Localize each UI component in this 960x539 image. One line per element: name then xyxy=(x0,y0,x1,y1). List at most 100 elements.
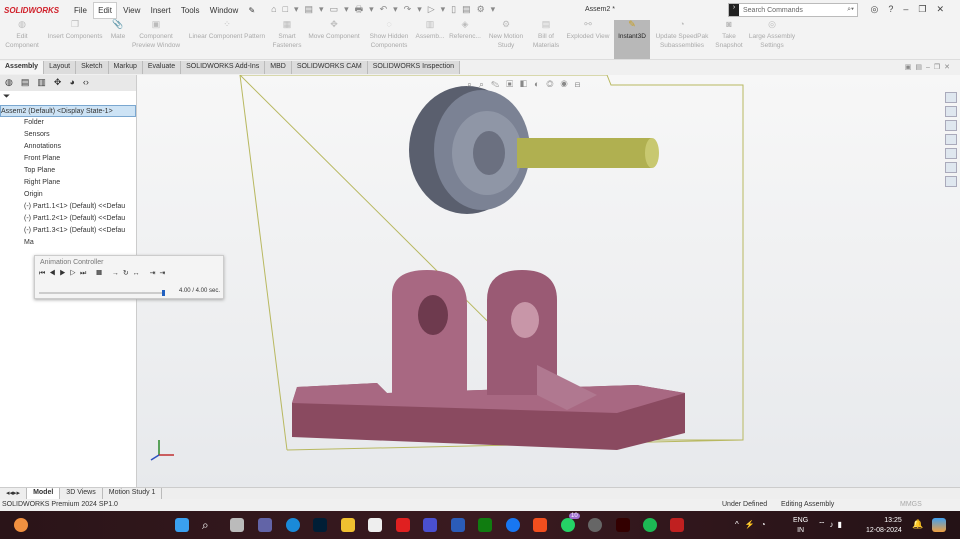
search-input[interactable]: Search Commands xyxy=(743,7,803,14)
tab-markup[interactable]: Markup xyxy=(108,61,143,74)
tree-part1-1[interactable]: (-) Part1.1<1> (Default) <<Defau xyxy=(0,201,136,213)
search-icon[interactable]: ⌕▾ xyxy=(847,6,857,14)
menu-file[interactable]: File xyxy=(70,6,91,15)
language-indicator[interactable]: ENG IN xyxy=(793,516,808,536)
menu-view[interactable]: View xyxy=(119,6,144,15)
cmd-instant3d[interactable]: ✎ Instant3D xyxy=(614,20,650,59)
assembly-model xyxy=(150,74,744,461)
photoshop-icon[interactable] xyxy=(313,518,327,532)
task-pane-tabs[interactable] xyxy=(945,92,957,187)
cmd-reference[interactable]: ◈ Referenc... xyxy=(448,20,482,41)
app-icon[interactable] xyxy=(423,518,437,532)
tab-inspection[interactable]: SOLIDWORKS Inspection xyxy=(367,61,461,74)
weather-icon[interactable] xyxy=(14,518,28,532)
tab-sketch[interactable]: Sketch xyxy=(76,61,109,74)
tree-mates[interactable]: Ma xyxy=(0,237,136,249)
tree-folder[interactable]: Folder xyxy=(0,117,136,129)
app-icon-2[interactable] xyxy=(588,518,602,532)
filter-icon[interactable]: ⏷ xyxy=(0,91,136,105)
system-tray[interactable]: ^⚡◔ xyxy=(735,520,772,529)
file-explorer-icon[interactable] xyxy=(945,134,957,145)
quick-access-toolbar[interactable]: ⌂□▾▤▾▭▾🖶▾↶▾↷▾▷▾▯▤⚙▾ xyxy=(271,2,501,18)
task-view-icon[interactable] xyxy=(230,518,244,532)
tab-3d-views[interactable]: 3D Views xyxy=(60,488,103,499)
menu-window[interactable]: Window xyxy=(206,6,242,15)
solidworks-taskbar-icon[interactable] xyxy=(670,518,684,532)
tab-addins[interactable]: SOLIDWORKS Add-Ins xyxy=(181,61,266,74)
tree-root-assembly[interactable]: Assem2 (Default) <Display State-1> xyxy=(0,105,136,117)
menu-insert[interactable]: Insert xyxy=(147,6,175,15)
tab-evaluate[interactable]: Evaluate xyxy=(142,61,182,74)
cmd-take-snapshot[interactable]: ◙ Take Snapshot xyxy=(714,20,744,50)
spotify-icon[interactable] xyxy=(643,518,657,532)
copilot-icon[interactable] xyxy=(932,518,946,532)
cmd-large-assembly-settings[interactable]: ◎ Large Assembly Settings xyxy=(746,20,798,50)
view-palette-icon[interactable] xyxy=(945,148,957,159)
tab-assembly[interactable]: Assembly xyxy=(0,61,45,74)
tab-cam[interactable]: SOLIDWORKS CAM xyxy=(291,61,368,74)
tab-model[interactable]: Model xyxy=(27,488,61,499)
search-icon[interactable]: ⌕ xyxy=(202,518,216,532)
tab-motion-study[interactable]: Motion Study 1 xyxy=(103,488,163,499)
tree-part1-2[interactable]: (-) Part1.2<1> (Default) <<Defau xyxy=(0,213,136,225)
cmd-bill-of-materials[interactable]: ▤ Bill of Materials xyxy=(530,20,562,50)
tree-origin[interactable]: Origin xyxy=(0,189,136,201)
tree-annotations[interactable]: Annotations xyxy=(0,141,136,153)
start-icon[interactable] xyxy=(175,518,189,532)
cmd-mate[interactable]: 📎 Mate xyxy=(107,20,129,41)
product-version: SOLIDWORKS Premium 2024 SP1.0 xyxy=(2,501,118,508)
appearances-icon[interactable] xyxy=(945,162,957,173)
cmd-show-hidden[interactable]: ◌ Show Hidden Components xyxy=(367,20,411,50)
illustrator-icon[interactable] xyxy=(616,518,630,532)
cmd-new-motion-study[interactable]: ⚙ New Motion Study xyxy=(485,20,527,50)
tree-right-plane[interactable]: Right Plane xyxy=(0,177,136,189)
network-volume-battery-icons[interactable]: ⌔♪▮ xyxy=(818,520,846,530)
tab-layout[interactable]: Layout xyxy=(44,61,77,74)
cmd-insert-components[interactable]: ❐ Insert Components xyxy=(44,20,106,41)
units[interactable]: MMGS xyxy=(900,501,922,508)
tab-scroll-arrows[interactable]: ◂◂▸▸ xyxy=(0,488,28,499)
word-icon[interactable] xyxy=(451,518,465,532)
heads-up-view-toolbar[interactable]: ⌕⌕✎▣◧◐◎◉⊟ xyxy=(467,79,587,90)
resources-icon[interactable] xyxy=(945,106,957,117)
pin-icon[interactable]: ✎ xyxy=(244,6,259,15)
tree-front-plane[interactable]: Front Plane xyxy=(0,153,136,165)
search-commands[interactable]: › Search Commands ⌕▾ xyxy=(728,3,858,17)
teams-icon[interactable] xyxy=(258,518,272,532)
clock[interactable]: 13:25 12-08-2024 xyxy=(866,516,902,536)
cmd-preview-window[interactable]: ▣ Component Preview Window xyxy=(130,20,182,50)
store-icon[interactable] xyxy=(368,518,382,532)
playback-controls[interactable]: ⏮◀▶▷⏭ ▦ →↻↔ ⇥⇥ xyxy=(35,269,223,278)
whatsapp-badge: 10 xyxy=(569,513,580,519)
cmd-move-component[interactable]: ✥ Move Component xyxy=(304,20,364,41)
menu-tools[interactable]: Tools xyxy=(177,6,204,15)
cmd-assembly[interactable]: ▥ Assemb... xyxy=(414,20,446,41)
graphics-viewport[interactable]: ⌕⌕✎▣◧◐◎◉⊟ ▣▤–❐✕ xyxy=(137,64,960,487)
edge-icon[interactable] xyxy=(286,518,300,532)
window-controls[interactable]: ◎?–❐✕ xyxy=(871,4,954,15)
youtube-icon[interactable] xyxy=(396,518,410,532)
file-explorer-icon[interactable] xyxy=(341,518,355,532)
menu-edit[interactable]: Edit xyxy=(93,1,117,19)
tree-top-plane[interactable]: Top Plane xyxy=(0,165,136,177)
tree-part1-3[interactable]: (-) Part1.3<1> (Default) <<Defau xyxy=(0,225,136,237)
animation-slider[interactable] xyxy=(39,290,165,296)
cmd-smart-fasteners[interactable]: ▦ Smart Fasteners xyxy=(272,20,302,50)
figma-icon[interactable] xyxy=(533,518,547,532)
slider-thumb[interactable] xyxy=(162,290,165,296)
facebook-icon[interactable] xyxy=(506,518,520,532)
tree-sensors[interactable]: Sensors xyxy=(0,129,136,141)
xbox-icon[interactable] xyxy=(478,518,492,532)
custom-properties-icon[interactable] xyxy=(945,176,957,187)
cmd-edit-component[interactable]: ◍ Edit Component xyxy=(2,20,42,50)
cmd-linear-pattern[interactable]: ⁘ Linear Component Pattern xyxy=(184,20,270,41)
home-icon[interactable] xyxy=(945,92,957,103)
cmd-update-speedpak[interactable]: ◔ Update SpeedPak Subassemblies xyxy=(652,20,712,50)
viewport-window-controls[interactable]: ▣▤–❐✕ xyxy=(905,63,954,71)
tab-mbd[interactable]: MBD xyxy=(265,61,292,74)
cmd-exploded-view[interactable]: ⚯ Exploded View xyxy=(564,20,612,41)
panel-tabs[interactable]: ◍ ▤ ▥ ✥ ◕ ‹› xyxy=(0,75,136,91)
design-library-icon[interactable] xyxy=(945,120,957,131)
whatsapp-icon[interactable]: 10 xyxy=(561,513,580,532)
notification-icon[interactable]: 🔔 xyxy=(912,519,923,530)
